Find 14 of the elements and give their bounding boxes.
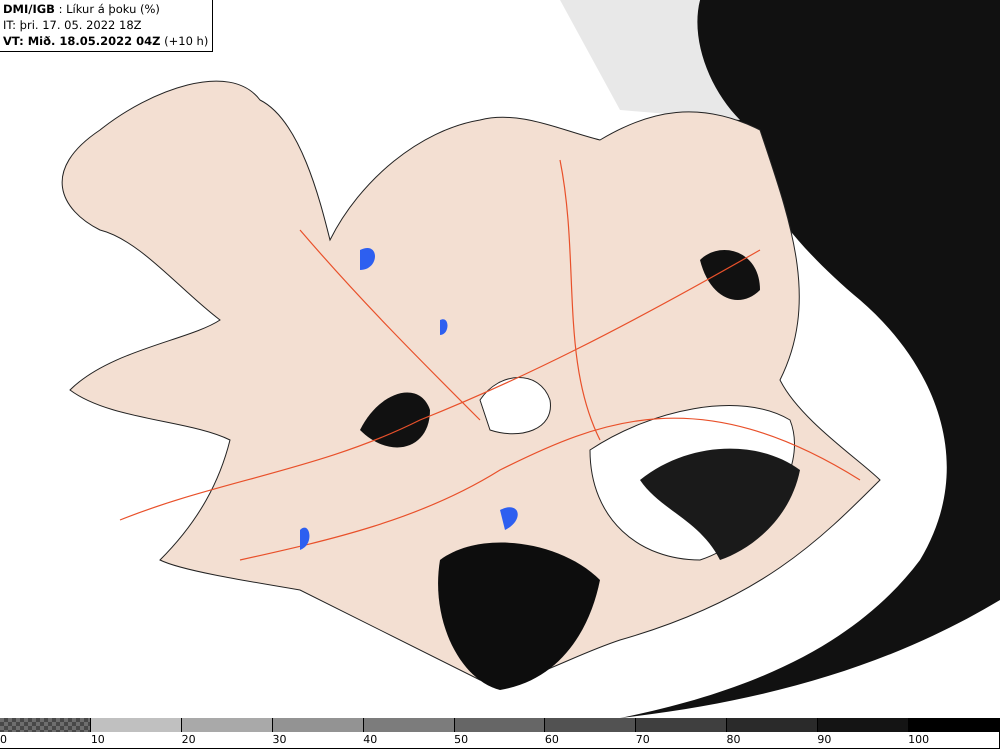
valid-time: VT: Mið. 18.05.2022 04Z (+10 h) [3, 33, 208, 49]
legend-label: 60 [544, 732, 559, 748]
legend-label: 20 [182, 732, 196, 748]
legend-label: 90 [817, 732, 832, 748]
legend-label: 0 [0, 732, 7, 748]
legend-label: 70 [636, 732, 650, 748]
map-title: DMI/IGB : Líkur á þoku (%) [3, 1, 161, 17]
legend-label: 10 [90, 732, 105, 748]
legend-label: 40 [363, 732, 378, 748]
issue-time: IT: þri. 17. 05. 2022 18Z [3, 17, 143, 33]
legend-label: 50 [454, 732, 468, 748]
legend-label: 100 [908, 732, 930, 748]
legend-label: 30 [272, 732, 286, 748]
legend-label: 80 [726, 732, 741, 748]
